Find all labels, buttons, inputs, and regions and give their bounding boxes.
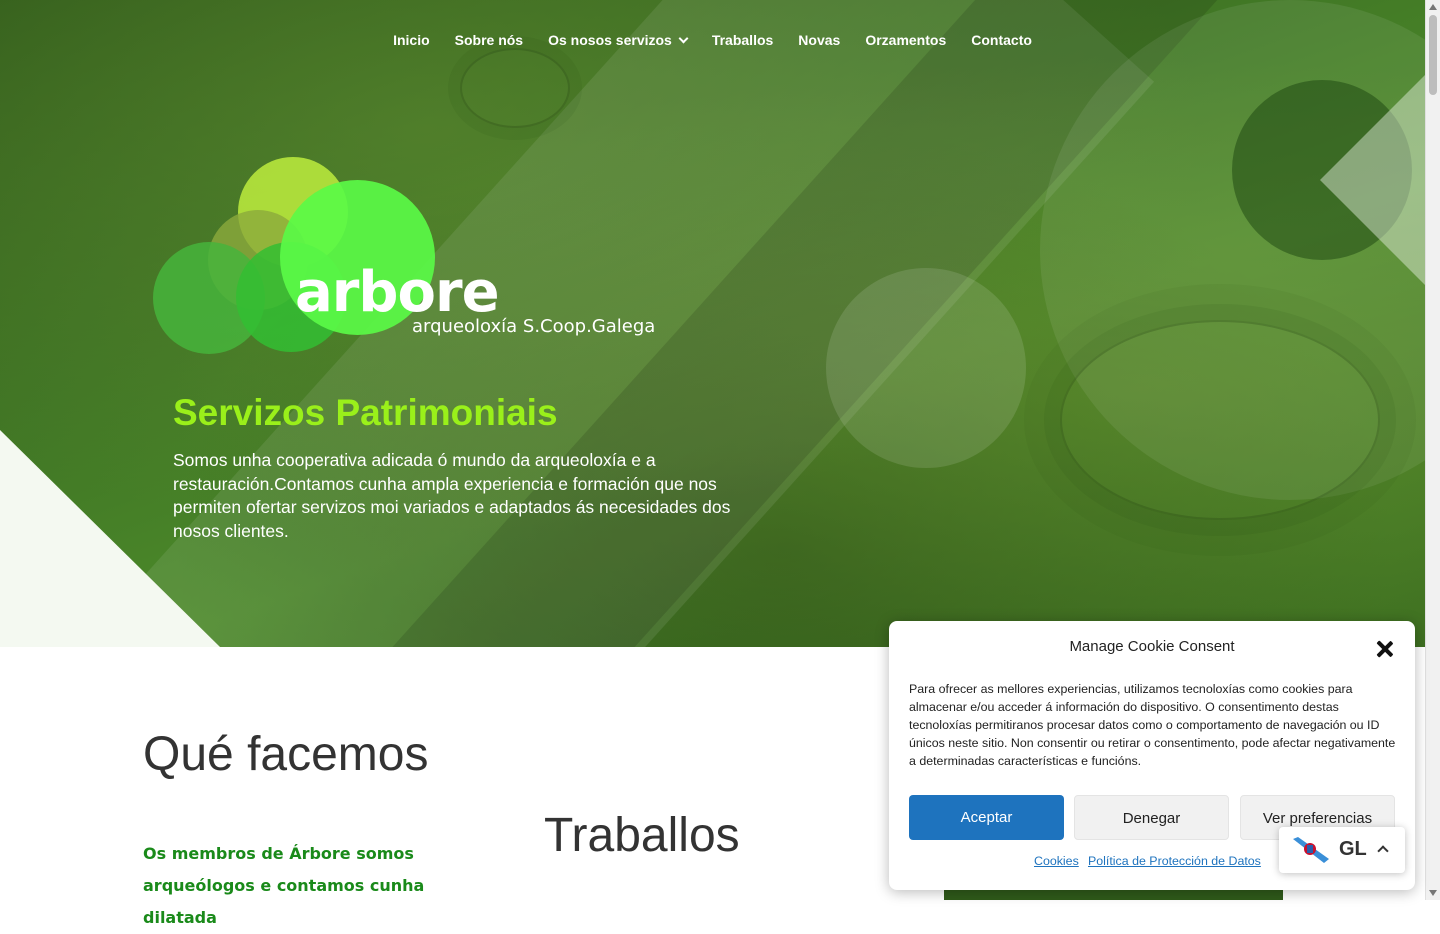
logo-subtitle: arqueoloxía S.Coop.Galega (412, 316, 656, 337)
hero-triangle-decoration (1320, 75, 1425, 285)
language-switcher[interactable]: GL (1279, 827, 1405, 873)
section-title-que-facemos: Qué facemos (143, 728, 429, 781)
nav-item-label: Sobre nós (454, 32, 524, 48)
nav-item-label: Novas (798, 32, 841, 48)
section-title-traballos: Traballos (544, 809, 740, 862)
scroll-down-icon[interactable] (1429, 890, 1437, 896)
hero-banner: Inicio Sobre nós Os nosos servizos Traba… (0, 0, 1425, 647)
nav-item-label: Inicio (393, 32, 430, 48)
petroglyph-rings (460, 48, 570, 128)
hero-description: Somos unha cooperativa adicada ó mundo d… (173, 450, 731, 541)
nav-item-sobre-nos[interactable]: Sobre nós (442, 30, 535, 50)
nav-item-inicio[interactable]: Inicio (381, 30, 443, 50)
scroll-up-icon[interactable] (1429, 4, 1437, 10)
page-scrollbar[interactable] (1425, 0, 1440, 900)
cookie-dialog-title: Manage Cookie Consent (1069, 638, 1235, 655)
chevron-down-icon (678, 33, 689, 43)
nav-item-traballos[interactable]: Traballos (699, 30, 785, 50)
nav-item-label: Orzamentos (865, 32, 947, 48)
cookies-link[interactable]: Cookies (1034, 854, 1079, 868)
nav-item-novas[interactable]: Novas (786, 30, 853, 50)
nav-item-servizos[interactable]: Os nosos servizos (536, 30, 700, 50)
site-logo[interactable]: arbore arqueoloxía S.Coop.Galega (150, 155, 690, 355)
privacy-policy-link[interactable]: Política de Protección de Datos (1088, 854, 1261, 868)
nav-item-label: Contacto (971, 32, 1032, 48)
nav-item-orzamentos[interactable]: Orzamentos (853, 30, 959, 50)
hero-circle-decoration (826, 268, 1026, 468)
nav-item-contacto[interactable]: Contacto (959, 30, 1045, 50)
main-nav: Inicio Sobre nós Os nosos servizos Traba… (0, 30, 1425, 50)
language-code: GL (1339, 838, 1367, 860)
cookie-dialog-text: Para ofrecer as mellores experiencias, u… (909, 682, 1396, 768)
nav-item-label: Os nosos servizos (548, 32, 672, 48)
hero-title: Servizos Patrimoniais (173, 392, 558, 433)
scrollbar-thumb[interactable] (1429, 15, 1437, 95)
petroglyph-rings (1060, 320, 1380, 520)
deny-cookies-button[interactable]: Denegar (1074, 795, 1229, 840)
galician-flag-icon (1293, 837, 1329, 863)
chevron-up-icon (1377, 845, 1389, 857)
section-text-que-facemos: Os membros de Árbore somos arqueólogos e… (143, 844, 425, 927)
nav-item-label: Traballos (711, 32, 774, 48)
close-icon[interactable] (1375, 639, 1395, 659)
accept-cookies-button[interactable]: Aceptar (909, 795, 1064, 840)
